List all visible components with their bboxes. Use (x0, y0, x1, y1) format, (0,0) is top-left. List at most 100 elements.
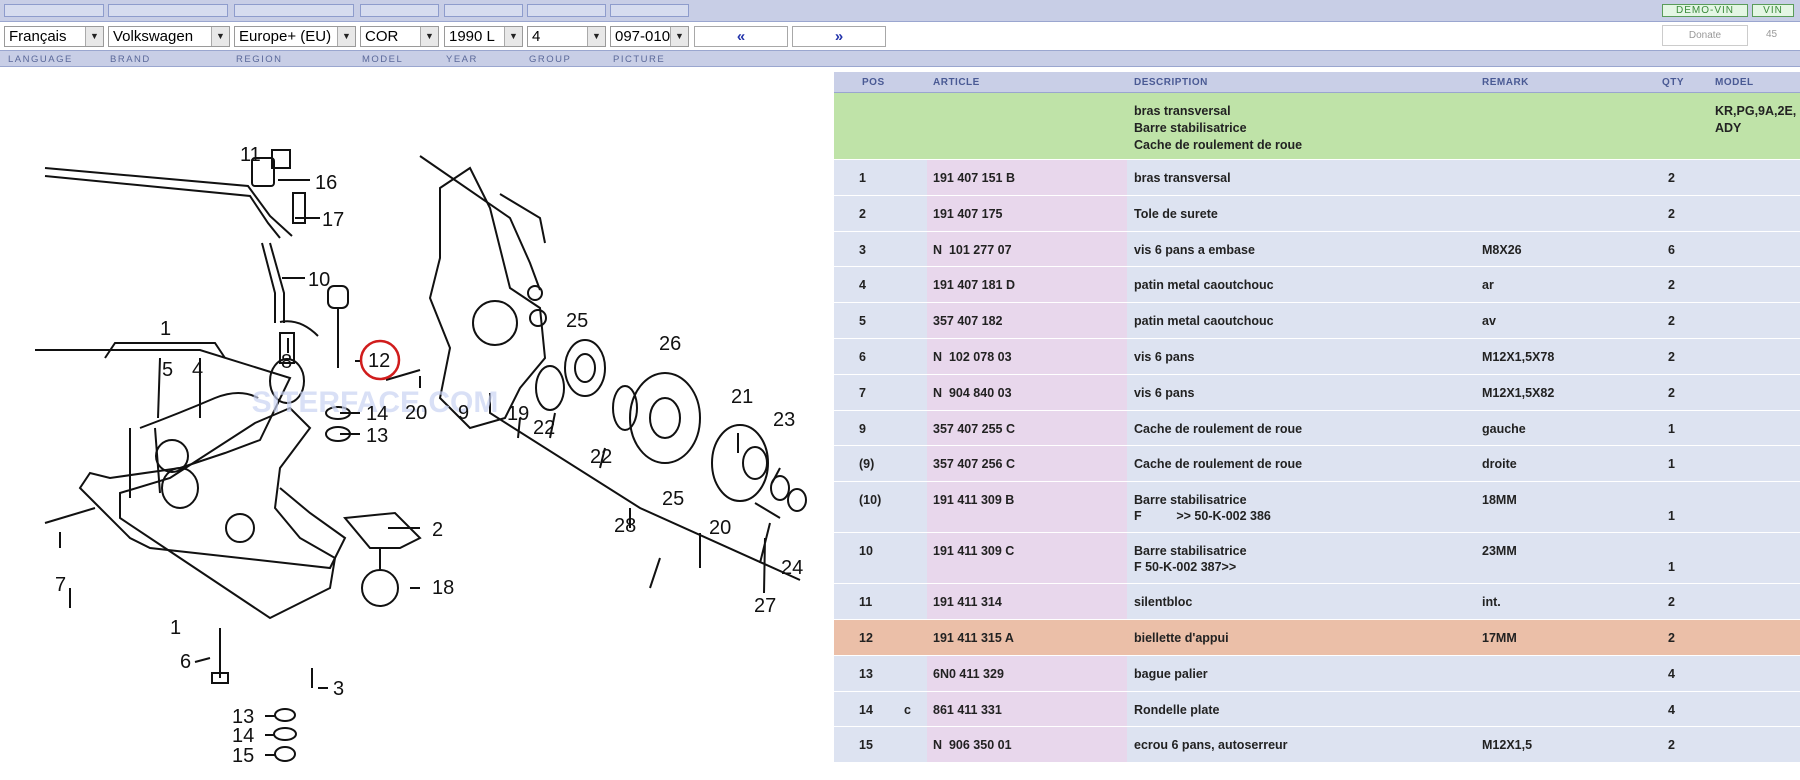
vin-button[interactable]: VIN (1752, 4, 1794, 17)
table-row[interactable]: 2 191 407 175 Tole de surete 2 (834, 195, 1800, 232)
table-row[interactable]: (10) 191 411 309 B Barre stabilisatrice F >… (834, 482, 1800, 534)
callout-label[interactable]: 12 (368, 350, 390, 372)
tab-2[interactable] (108, 4, 228, 17)
callout-label[interactable]: 8 (281, 351, 292, 373)
cell-description: Barre stabilisatrice (1134, 544, 1247, 559)
tab-1[interactable] (4, 4, 104, 17)
callout-label[interactable]: 23 (773, 409, 795, 431)
column-header-qty[interactable]: QTY (1662, 77, 1684, 88)
cell-article[interactable]: 357 407 255 C (933, 422, 1015, 436)
callout-label[interactable]: 3 (333, 678, 344, 700)
cell-article[interactable]: N 102 078 03 (933, 350, 1012, 364)
callout-label[interactable]: 1 (170, 617, 181, 639)
table-row[interactable]: 13 6N0 411 329 bague palier 4 (834, 655, 1800, 692)
table-row[interactable]: (9) 357 407 256 C Cache de roulement de ro… (834, 446, 1800, 483)
cell-article[interactable]: 191 407 175 (933, 207, 1003, 221)
table-row[interactable]: 9 357 407 255 C Cache de roulement de roue… (834, 410, 1800, 447)
callout-label[interactable]: 6 (180, 651, 191, 673)
callout-label[interactable]: 22 (590, 446, 612, 468)
callout-label[interactable]: 25 (566, 310, 588, 332)
callout-label[interactable]: 2 (432, 519, 443, 541)
table-row[interactable]: 1 191 407 151 B bras transversal 2 (834, 160, 1800, 196)
group-desc-1: bras transversal (1134, 104, 1231, 118)
cell-qty: 4 (1668, 702, 1675, 717)
cell-pos: 6 (859, 349, 866, 364)
column-header-article[interactable]: ARTICLE (933, 77, 980, 88)
language-select[interactable]: Français ▼ (4, 26, 104, 47)
tab-7[interactable] (610, 4, 689, 17)
tab-4[interactable] (360, 4, 439, 17)
callout-label[interactable]: 7 (55, 574, 66, 596)
callout-label[interactable]: 24 (781, 557, 803, 579)
callout-label[interactable]: 11 (240, 144, 261, 166)
callout-label[interactable]: 15 (232, 745, 254, 767)
cell-article[interactable]: 861 411 331 (933, 703, 1002, 717)
cell-article[interactable]: 191 411 314 (933, 595, 1002, 609)
cell-article[interactable]: 357 407 182 (933, 314, 1003, 328)
table-row[interactable]: 4 191 407 181 D patin metal caoutchouc ar 2 (834, 267, 1800, 304)
callout-label[interactable]: 14 (232, 725, 254, 747)
cell-article[interactable]: N 906 350 01 (933, 738, 1012, 752)
cell-article[interactable]: 6N0 411 329 (933, 667, 1004, 681)
cell-article[interactable]: 191 411 315 A (933, 631, 1014, 645)
callout-label[interactable]: 19 (507, 403, 529, 425)
callout-label[interactable]: 28 (614, 515, 636, 537)
cell-description: Barre stabilisatrice (1134, 493, 1247, 508)
previous-picture-button[interactable]: « (694, 26, 788, 47)
article-cell-bg (927, 482, 1127, 533)
callout-label[interactable]: 1 (160, 318, 171, 340)
group-header-row[interactable]: bras transversal Barre stabilisatrice Ca… (834, 93, 1800, 160)
callout-label[interactable]: 21 (731, 386, 753, 408)
tab-3[interactable] (234, 4, 354, 17)
group-select[interactable]: 4 ▼ (527, 26, 606, 47)
cell-remark: gauche (1482, 421, 1526, 436)
cell-article[interactable]: 191 407 181 D (933, 278, 1015, 292)
table-row[interactable]: 3 N 101 277 07 vis 6 pans a embase M8X26 6 (834, 231, 1800, 268)
next-picture-button[interactable]: » (792, 26, 886, 47)
table-row[interactable]: 7 N 904 840 03 vis 6 pans M12X1,5X82 2 (834, 374, 1800, 411)
tab-5[interactable] (444, 4, 523, 17)
cell-article[interactable]: N 904 840 03 (933, 386, 1012, 400)
column-header-pos[interactable]: POS (862, 77, 885, 88)
model-select[interactable]: COR ▼ (360, 26, 439, 47)
cell-description: Rondelle plate (1134, 702, 1220, 717)
callout-label[interactable]: 20 (709, 517, 731, 539)
column-header-description[interactable]: DESCRIPTION (1134, 77, 1208, 88)
column-header-remark[interactable]: REMARK (1482, 77, 1529, 88)
region-select[interactable]: Europe+ (EU) ▼ (234, 26, 356, 47)
callout-label[interactable]: 16 (315, 172, 337, 194)
cell-article[interactable]: 191 407 151 B (933, 171, 1015, 185)
callout-label[interactable]: 9 (458, 402, 469, 424)
table-row[interactable]: 11 191 411 314 silentbloc int. 2 (834, 584, 1800, 620)
callout-label[interactable]: 26 (659, 333, 681, 355)
table-row[interactable]: 14 c 861 411 331 Rondelle plate 4 (834, 691, 1800, 728)
callout-label[interactable]: 22 (533, 417, 555, 439)
table-row[interactable]: 15 N 906 350 01 ecrou 6 pans, autoserreur M… (834, 727, 1800, 764)
callout-label[interactable]: 14 (366, 403, 388, 425)
callout-label[interactable]: 5 (162, 359, 173, 381)
callout-label[interactable]: 18 (432, 577, 454, 599)
column-header-model[interactable]: MODEL (1715, 77, 1754, 88)
year-value: 1990 L (449, 28, 495, 45)
callout-label[interactable]: 17 (322, 209, 344, 231)
cell-article[interactable]: 191 411 309 B (933, 493, 1014, 507)
cell-article[interactable]: 191 411 309 C (933, 544, 1014, 558)
tab-6[interactable] (527, 4, 606, 17)
table-row[interactable]: 10 191 411 309 C Barre stabilisatrice F 50-… (834, 533, 1800, 585)
table-row[interactable]: 6 N 102 078 03 vis 6 pans M12X1,5X78 2 (834, 338, 1800, 375)
table-row[interactable]: 12 191 411 315 A biellette d'appui 17MM 2 (834, 619, 1800, 656)
table-row[interactable]: 5 357 407 182 patin metal caoutchouc av 2 (834, 303, 1800, 339)
year-select[interactable]: 1990 L ▼ (444, 26, 523, 47)
cell-article[interactable]: 357 407 256 C (933, 457, 1015, 471)
donate-button[interactable]: Donate (1662, 25, 1748, 46)
callout-label[interactable]: 25 (662, 488, 684, 510)
picture-select[interactable]: 097-010 ▼ (610, 26, 689, 47)
callout-label[interactable]: 27 (754, 595, 776, 617)
callout-label[interactable]: 20 (405, 402, 427, 424)
cell-article[interactable]: N 101 277 07 (933, 243, 1012, 257)
demo-vin-button[interactable]: DEMO-VIN (1662, 4, 1748, 17)
callout-label[interactable]: 10 (308, 269, 330, 291)
callout-label[interactable]: 13 (366, 425, 388, 447)
callout-label[interactable]: 4 (192, 359, 203, 381)
brand-select[interactable]: Volkswagen ▼ (108, 26, 230, 47)
